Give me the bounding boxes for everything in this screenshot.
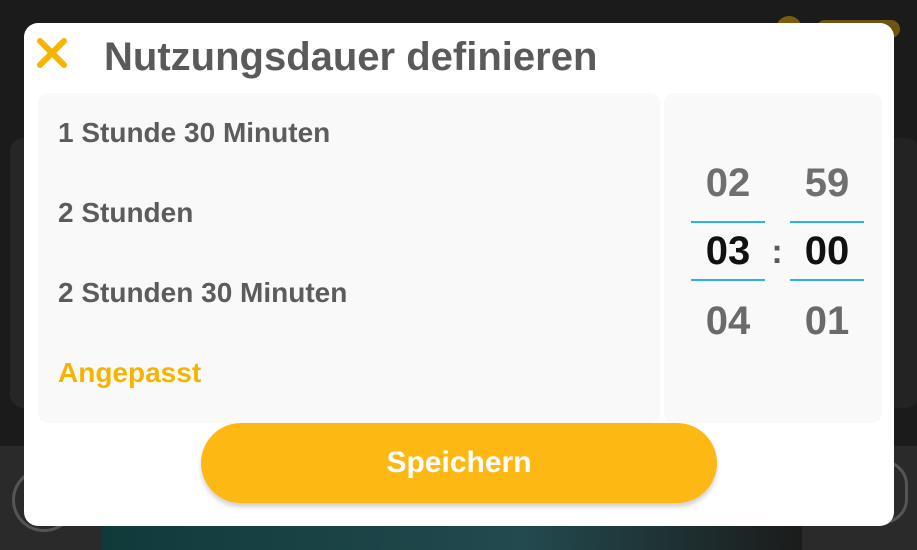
minutes-current-value[interactable]: 00 — [790, 229, 864, 274]
close-button[interactable] — [32, 31, 72, 75]
dialog-title: Nutzungsdauer definieren — [104, 35, 598, 79]
option-1h30[interactable]: 1 Stunde 30 Minuten — [58, 111, 330, 155]
minutes-picker[interactable]: 59 00 01 — [790, 93, 864, 423]
minutes-selection-line-top — [790, 221, 864, 223]
option-custom[interactable]: Angepasst — [58, 351, 201, 395]
hours-picker[interactable]: 02 03 04 — [691, 93, 765, 423]
save-button[interactable]: Speichern — [201, 423, 717, 503]
option-2h[interactable]: 2 Stunden — [58, 191, 193, 235]
duration-options-list: 1 Stunde 30 Minuten 2 Stunden 2 Stunden … — [38, 93, 660, 423]
hours-selection-line-bottom — [691, 279, 765, 281]
time-picker: 02 03 04 : 59 00 01 — [664, 93, 882, 423]
hours-previous-value[interactable]: 02 — [691, 161, 765, 206]
time-separator: : — [771, 233, 783, 271]
minutes-selection-line-bottom — [790, 279, 864, 281]
option-2h30[interactable]: 2 Stunden 30 Minuten — [58, 271, 347, 315]
hours-current-value[interactable]: 03 — [691, 229, 765, 274]
minutes-previous-value[interactable]: 59 — [790, 161, 864, 206]
hours-selection-line-top — [691, 221, 765, 223]
duration-dialog: Nutzungsdauer definieren 1 Stunde 30 Min… — [24, 23, 894, 526]
minutes-next-value[interactable]: 01 — [790, 299, 864, 344]
close-icon — [37, 38, 67, 68]
hours-next-value[interactable]: 04 — [691, 299, 765, 344]
